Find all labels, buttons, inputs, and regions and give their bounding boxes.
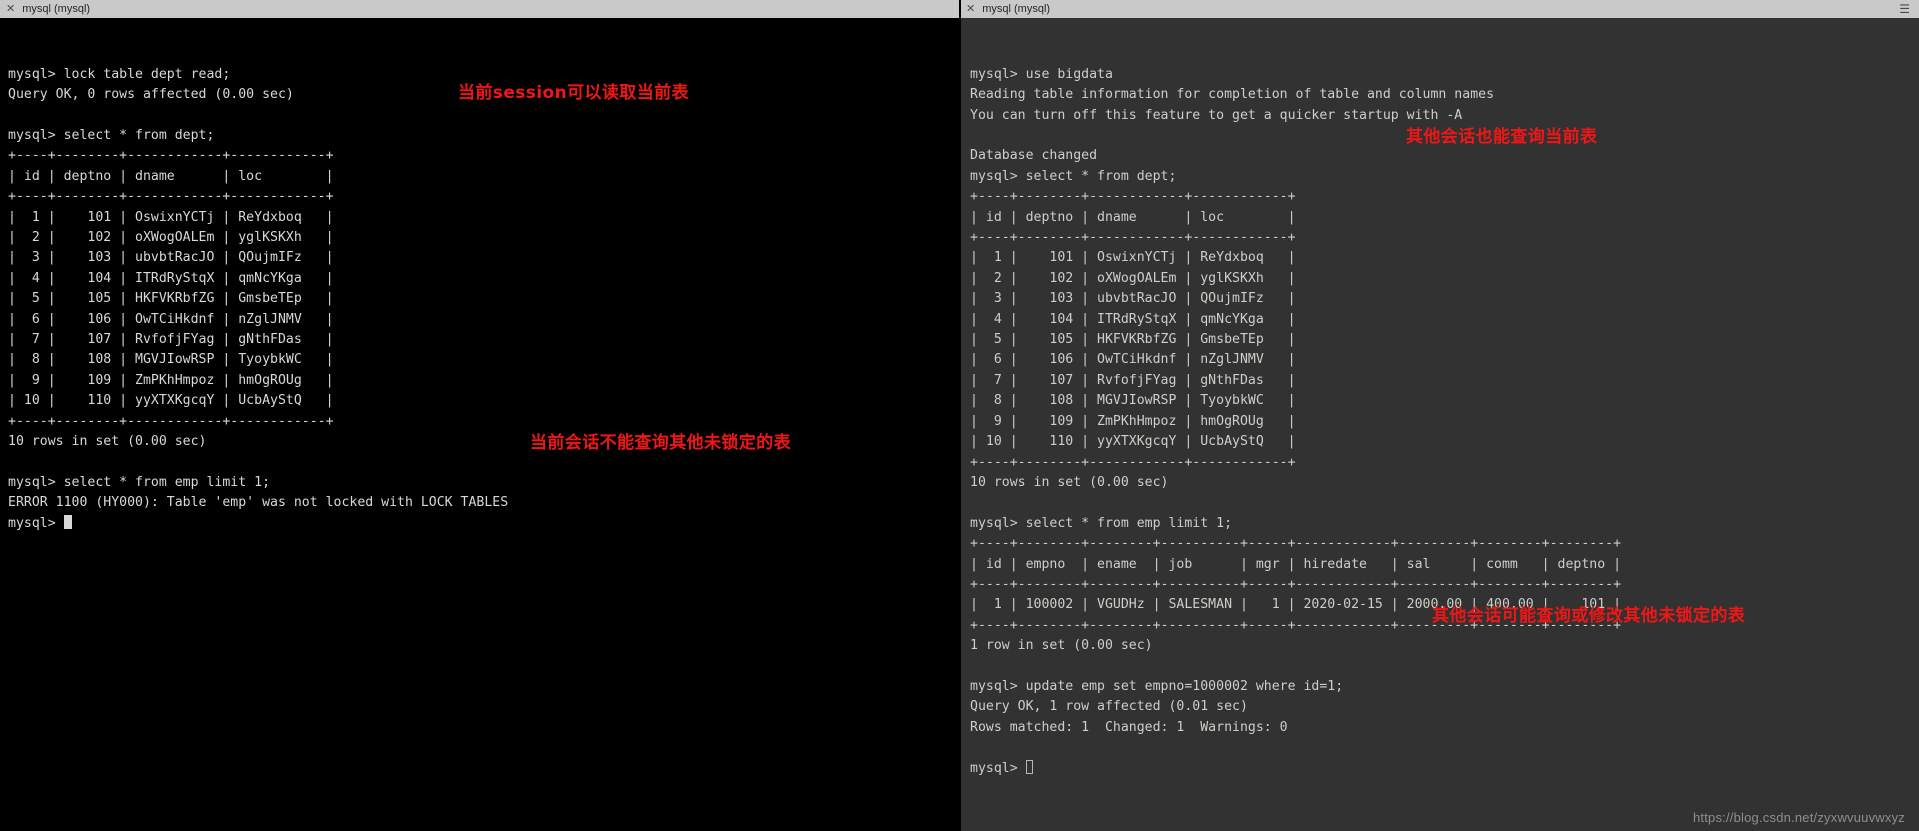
terminal-window-left: ✕ mysql (mysql) mysql> lock table dept r…: [0, 0, 960, 831]
hamburger-menu-icon[interactable]: ☰: [1899, 2, 1910, 16]
terminal-line: Query OK, 1 row affected (0.01 sec): [970, 699, 1248, 715]
terminal-line: 1 row in set (0.00 sec): [970, 638, 1153, 654]
note-right-can-query: 其他会话也能查询当前表: [1406, 127, 1598, 147]
note-left-other-locked: 当前会话不能查询其他未锁定的表: [530, 433, 791, 453]
terminal-line: mysql> select * from emp limit 1;: [8, 474, 271, 490]
terminal-line: | 6 | 106 | OwTCiHkdnf | nZglJNMV |: [8, 311, 334, 327]
terminal-line: +----+--------+------------+------------…: [970, 454, 1296, 470]
terminal-line: | id | deptno | dname | loc |: [8, 168, 334, 184]
watermark: https://blog.csdn.net/zyxwvuuvwxyz: [1692, 810, 1905, 825]
terminal-line: +----+--------+------------+------------…: [970, 230, 1296, 246]
terminal-line: +----+--------+------------+------------…: [8, 189, 334, 205]
terminal-line: | 7 | 107 | RvfofjFYag | gNthFDas |: [970, 372, 1296, 388]
terminal-line: | 9 | 109 | ZmPKhHmpoz | hmOgROUg |: [970, 413, 1296, 429]
terminal-line: +----+--------+------------+------------…: [8, 413, 334, 429]
terminal-line: +----+--------+--------+----------+-----…: [970, 576, 1622, 592]
terminal-cursor: [1025, 759, 1033, 774]
terminal-line: | 4 | 104 | ITRdRyStqX | qmNcYKga |: [8, 270, 334, 286]
terminal-line: | 2 | 102 | oXWogOALEm | yglKSKXh |: [970, 270, 1296, 286]
terminal-line: mysql>: [970, 759, 1911, 779]
terminal-line: mysql>: [8, 514, 952, 534]
terminal-line: 10 rows in set (0.00 sec): [970, 474, 1169, 490]
terminal-line: mysql> update emp set empno=1000002 wher…: [970, 678, 1344, 694]
terminal-line: | 4 | 104 | ITRdRyStqX | qmNcYKga |: [970, 311, 1296, 327]
terminal-line: | 7 | 107 | RvfofjFYag | gNthFDas |: [8, 332, 334, 348]
terminal-lines-left: mysql> lock table dept read; Query OK, 0 …: [8, 65, 952, 534]
terminal-line: | 1 | 101 | OswixnYCTj | ReYdxboq |: [8, 209, 334, 225]
terminal-line: +----+--------+------------+------------…: [970, 189, 1296, 205]
terminal-line: | 8 | 108 | MGVJIowRSP | TyoybkWC |: [8, 352, 334, 368]
terminal-line: 10 rows in set (0.00 sec): [8, 434, 207, 450]
terminal-cursor: [63, 514, 72, 529]
terminal-line: | 2 | 102 | oXWogOALEm | yglKSKXh |: [8, 230, 334, 246]
terminal-line: | 10 | 110 | yyXTXKgcqY | UcbAyStQ |: [970, 434, 1296, 450]
terminal-line: | 3 | 103 | ubvbtRacJO | QOujmIFz |: [970, 291, 1296, 307]
terminal-line: mysql> use bigdata: [970, 66, 1113, 82]
window-title-left: mysql (mysql): [22, 3, 91, 15]
terminal-line: | 10 | 110 | yyXTXKgcqY | UcbAyStQ |: [8, 393, 334, 409]
terminal-line: | 1 | 101 | OswixnYCTj | ReYdxboq |: [970, 250, 1296, 266]
terminal-line: | id | deptno | dname | loc |: [970, 209, 1296, 225]
terminal-line: +----+--------+--------+----------+-----…: [970, 536, 1622, 552]
window-divider: [959, 0, 961, 831]
terminal-line: | id | empno | ename | job | mgr | hired…: [970, 556, 1622, 572]
terminal-line: | 6 | 106 | OwTCiHkdnf | nZglJNMV |: [970, 352, 1296, 368]
terminal-line: | 8 | 108 | MGVJIowRSP | TyoybkWC |: [970, 393, 1296, 409]
terminal-line: +----+--------+------------+------------…: [8, 148, 334, 164]
terminal-line: mysql> select * from dept;: [970, 168, 1177, 184]
terminal-line: | 5 | 105 | HKFVKRbfZG | GmsbeTEp |: [8, 291, 334, 307]
note-right-can-modify: 其他会话可能查询或修改其他未锁定的表: [1432, 606, 1746, 626]
terminal-line: Rows matched: 1 Changed: 1 Warnings: 0: [970, 719, 1288, 735]
dual-terminal-screen: ✕ mysql (mysql) mysql> lock table dept r…: [0, 0, 1919, 831]
window-title-right: mysql (mysql): [982, 3, 1051, 15]
close-icon[interactable]: ✕: [966, 3, 975, 15]
terminal-line: ERROR 1100 (HY000): Table 'emp' was not …: [8, 495, 509, 511]
terminal-line: | 5 | 105 | HKFVKRbfZG | GmsbeTEp |: [970, 332, 1296, 348]
close-icon[interactable]: ✕: [6, 3, 15, 15]
titlebar-right[interactable]: ✕ mysql (mysql) ☰: [960, 0, 1919, 18]
terminal-line: | 9 | 109 | ZmPKhHmpoz | hmOgROUg |: [8, 372, 334, 388]
titlebar-left[interactable]: ✕ mysql (mysql): [0, 0, 960, 18]
terminal-output-left[interactable]: mysql> lock table dept read; Query OK, 0 …: [0, 18, 960, 831]
note-left-read-ok: 当前session可以读取当前表: [458, 83, 689, 103]
terminal-line: | 3 | 103 | ubvbtRacJO | QOujmIFz |: [8, 250, 334, 266]
terminal-line: mysql> select * from emp limit 1;: [970, 515, 1233, 531]
terminal-line: Reading table information for completion…: [970, 87, 1495, 103]
terminal-line: Database changed: [970, 148, 1098, 164]
terminal-lines-right: mysql> use bigdata Reading table informat…: [968, 65, 1911, 779]
terminal-line: mysql> select * from dept;: [8, 128, 215, 144]
